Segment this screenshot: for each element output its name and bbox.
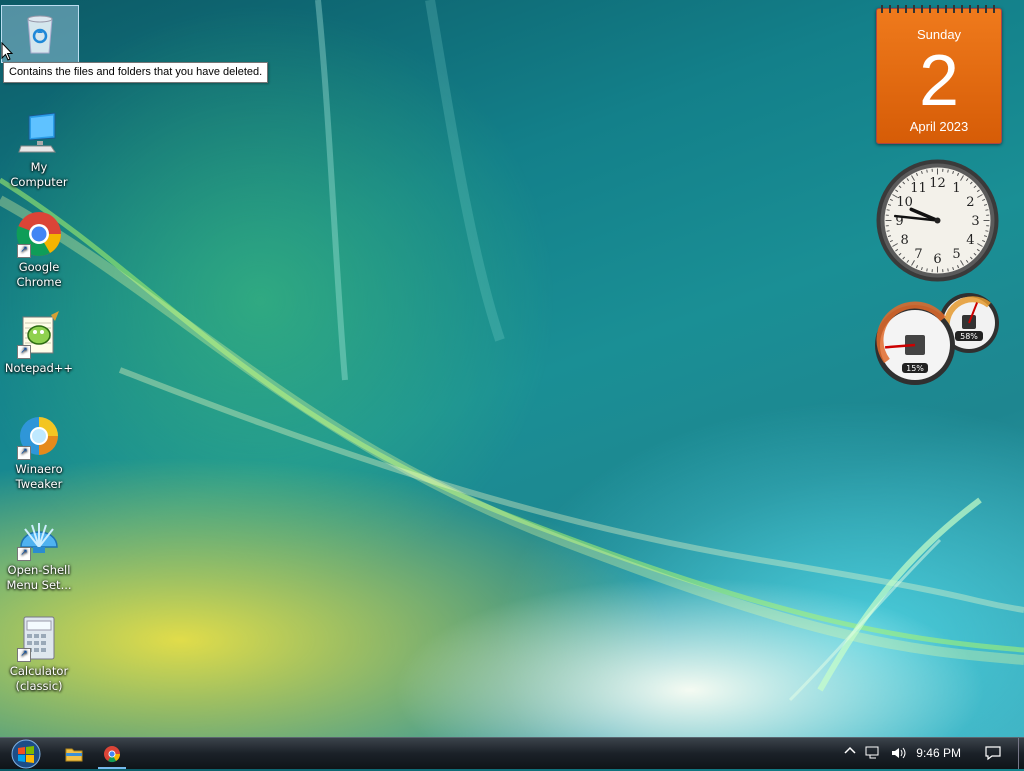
notepad-plus-plus-icon: ↗ (15, 311, 63, 359)
cpu-meter-gadget[interactable]: 58% 15% (873, 291, 1001, 387)
clock-tick (948, 170, 949, 173)
notepad-plus-plus-desktop-icon[interactable]: ↗ Notepad++ (1, 311, 77, 376)
volume-icon[interactable] (890, 745, 908, 764)
clock-tick (985, 210, 988, 211)
shortcut-arrow-icon: ↗ (17, 446, 31, 460)
clock-tick (927, 170, 928, 173)
google-chrome-label: Google Chrome (1, 260, 77, 290)
google-chrome-desktop-icon[interactable]: ↗ Google Chrome (1, 210, 77, 290)
clock-tick (927, 268, 928, 271)
open-shell-label: Open-Shell Menu Set... (1, 563, 77, 593)
clock-gadget[interactable]: 121234567891011 (875, 158, 1000, 283)
clock-numeral: 11 (910, 181, 927, 196)
action-center-icon[interactable] (984, 745, 1002, 764)
clock-numeral: 7 (914, 247, 922, 262)
file-explorer-icon (60, 741, 88, 767)
recycle-bin-icon (16, 9, 64, 57)
notepad-plus-plus-label: Notepad++ (1, 361, 77, 376)
calendar-weekday: Sunday (877, 27, 1001, 42)
clock-tick (887, 210, 890, 211)
recycle-bin-tooltip: Contains the files and folders that you … (3, 62, 268, 83)
cpu-usage-label: 15% (906, 364, 924, 373)
mouse-cursor-icon (1, 42, 15, 62)
shortcut-arrow-icon: ↗ (17, 547, 31, 561)
winaero-tweaker-desktop-icon[interactable]: ↗ Winaero Tweaker (1, 412, 77, 492)
open-shell-icon: ↗ (15, 513, 63, 561)
clock-numeral: 4 (966, 233, 974, 248)
computer-icon (15, 110, 63, 158)
calendar-day-number: 2 (877, 45, 1001, 117)
open-shell-desktop-icon[interactable]: ↗ Open-Shell Menu Set... (1, 513, 77, 593)
clock-numeral: 5 (952, 247, 960, 262)
clock-tick (887, 231, 890, 232)
chrome-icon: ↗ (15, 210, 63, 258)
show-desktop-button[interactable] (1018, 738, 1024, 769)
taskbar-file-explorer-button[interactable] (60, 741, 88, 767)
shortcut-arrow-icon: ↗ (17, 345, 31, 359)
shortcut-arrow-icon: ↗ (17, 244, 31, 258)
clock-tick (985, 231, 988, 232)
my-computer-desktop-icon[interactable]: My Computer (1, 110, 77, 190)
start-button[interactable] (6, 739, 46, 769)
taskbar: 9:46 PM (0, 737, 1024, 769)
winaero-tweaker-icon: ↗ (15, 412, 63, 460)
winaero-tweaker-label: Winaero Tweaker (1, 462, 77, 492)
clock-numeral: 2 (966, 195, 974, 210)
clock-numeral: 6 (933, 252, 941, 267)
clock-numeral: 1 (952, 181, 960, 196)
calendar-rings (881, 5, 997, 13)
shortcut-arrow-icon: ↗ (17, 648, 31, 662)
calendar-gadget[interactable]: Sunday 2 April 2023 (876, 8, 1002, 144)
calculator-icon: ↗ (15, 614, 63, 662)
taskbar-clock[interactable]: 9:46 PM (916, 746, 961, 760)
calculator-classic-label: Calculator (classic) (1, 664, 77, 694)
calendar-month-year: April 2023 (877, 119, 1001, 134)
my-computer-label: My Computer (1, 160, 77, 190)
clock-tick (948, 268, 949, 271)
memory-usage-label: 58% (960, 332, 978, 341)
clock-numeral: 3 (971, 214, 979, 229)
calculator-classic-desktop-icon[interactable]: ↗ Calculator (classic) (1, 614, 77, 694)
clock-numeral: 8 (900, 233, 908, 248)
clock-numeral: 10 (896, 195, 913, 210)
clock-numeral: 12 (929, 176, 946, 191)
wallpaper-streaks (0, 0, 1024, 737)
chrome-icon (98, 741, 126, 767)
network-icon[interactable] (864, 745, 882, 764)
system-tray: 9:46 PM (824, 738, 1024, 769)
taskbar-chrome-button[interactable] (98, 741, 126, 769)
show-hidden-icons-chevron-icon[interactable] (844, 744, 856, 758)
